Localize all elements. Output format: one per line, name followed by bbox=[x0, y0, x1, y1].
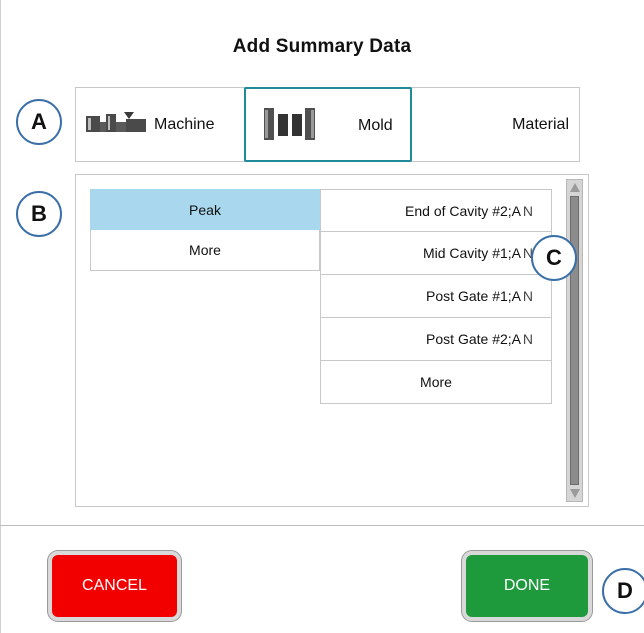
tab-machine[interactable]: Machine bbox=[84, 88, 244, 161]
list-item-label: Peak bbox=[189, 201, 221, 218]
list-item-label: Post Gate #2;A bbox=[426, 331, 521, 347]
list-item-label: More bbox=[189, 242, 221, 258]
callout-a: A bbox=[16, 99, 62, 145]
tab-material[interactable]: Material bbox=[416, 88, 579, 161]
list-item-label: Post Gate #1;A bbox=[426, 288, 521, 304]
footer-divider bbox=[0, 525, 644, 526]
category-list: Peak More bbox=[90, 189, 331, 271]
list-item-label: Mid Cavity #1;A bbox=[422, 245, 521, 261]
scroll-up-icon[interactable] bbox=[570, 183, 580, 192]
callout-c: C bbox=[531, 235, 577, 281]
data-source-tabs: Machine Mold Material bbox=[75, 87, 580, 162]
done-button-label: DONE bbox=[503, 577, 551, 594]
list-item-more[interactable]: More bbox=[90, 230, 320, 271]
list-item[interactable]: End of Cavity #2;A N bbox=[320, 189, 552, 232]
cancel-button-label: CANCEL bbox=[82, 577, 147, 594]
list-item-more[interactable]: More bbox=[320, 361, 552, 404]
list-item[interactable]: Post Gate #2;A N bbox=[320, 318, 552, 361]
list-item-peak[interactable]: Peak bbox=[90, 189, 331, 230]
list-item-suffix: N bbox=[522, 288, 533, 304]
machine-icon bbox=[84, 110, 148, 139]
tab-mold-label: Mold bbox=[358, 117, 393, 134]
mold-icon bbox=[264, 108, 316, 147]
list-item-label: End of Cavity #2;A bbox=[405, 202, 521, 219]
window-border bbox=[0, 0, 1, 633]
callout-b: B bbox=[16, 191, 62, 237]
data-selection-panel: Peak More End of Cavity #2;A N Mid Cavit… bbox=[75, 174, 589, 507]
list-item-label: More bbox=[420, 374, 452, 390]
scroll-thumb[interactable] bbox=[570, 196, 579, 485]
list-item[interactable]: Mid Cavity #1;A N bbox=[320, 232, 552, 275]
callout-d: D bbox=[602, 568, 644, 614]
scroll-down-icon[interactable] bbox=[570, 489, 580, 498]
tab-machine-label: Machine bbox=[154, 115, 215, 133]
list-item-suffix: N bbox=[522, 331, 533, 347]
sensor-list: End of Cavity #2;A N Mid Cavity #1;A N P… bbox=[320, 189, 552, 404]
tab-material-label: Material bbox=[512, 115, 569, 133]
done-button[interactable]: DONE bbox=[462, 551, 592, 621]
vertical-scrollbar[interactable] bbox=[566, 179, 583, 502]
list-item[interactable]: Post Gate #1;A N bbox=[320, 275, 552, 318]
cancel-button[interactable]: CANCEL bbox=[48, 551, 181, 621]
tab-mold[interactable]: Mold bbox=[244, 87, 412, 162]
dialog-title: Add Summary Data bbox=[232, 36, 412, 57]
list-item-suffix: N bbox=[522, 202, 533, 219]
